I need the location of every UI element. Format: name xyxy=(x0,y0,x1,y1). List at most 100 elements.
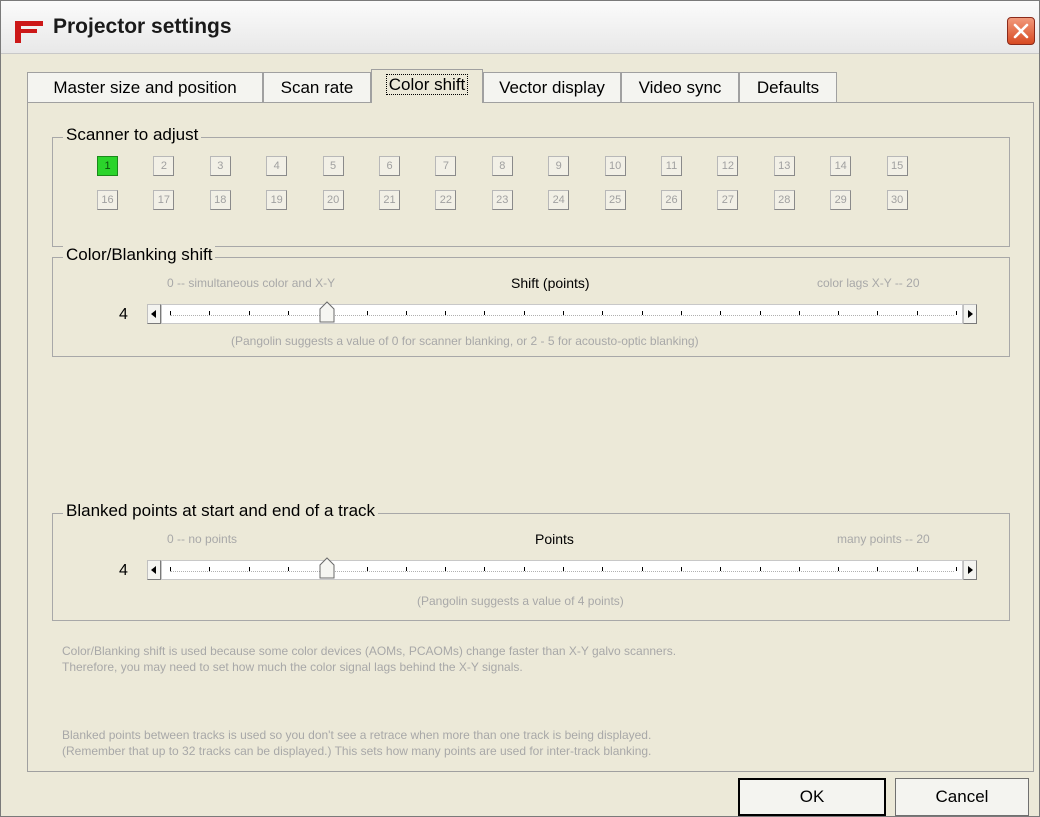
shift-tick xyxy=(209,311,211,315)
tab-label: Vector display xyxy=(499,78,605,97)
scanner-button-5[interactable]: 5 xyxy=(322,156,344,176)
shift-tick xyxy=(641,311,643,315)
scanner-button-21[interactable]: 21 xyxy=(379,190,400,210)
points-slider-thumb[interactable] xyxy=(319,557,335,579)
points-tick xyxy=(405,567,407,571)
points-tick xyxy=(956,567,957,571)
shift-min-hint: 0 -- simultaneous color and X-Y xyxy=(167,276,336,290)
shift-slider-thumb[interactable] xyxy=(319,301,335,323)
points-decrease-button[interactable] xyxy=(147,560,161,580)
color-shift-info-line-1: Color/Blanking shift is used because som… xyxy=(62,644,677,658)
scanner-button-8[interactable]: 8 xyxy=(491,156,513,176)
scanner-button-7[interactable]: 7 xyxy=(435,156,457,176)
shift-tick xyxy=(170,311,171,315)
points-max-hint: many points -- 20 xyxy=(837,532,930,546)
points-tick xyxy=(287,567,289,571)
shift-suggestion: (Pangolin suggests a value of 0 for scan… xyxy=(231,334,699,348)
scanner-button-2[interactable]: 2 xyxy=(153,156,175,176)
scanner-button-4[interactable]: 4 xyxy=(266,156,288,176)
tab-master-size-and-position[interactable]: Master size and position xyxy=(27,72,263,102)
points-tick xyxy=(641,567,643,571)
tab-video-sync[interactable]: Video sync xyxy=(621,72,739,102)
points-slider-track[interactable] xyxy=(161,557,963,580)
scanner-button-12[interactable]: 12 xyxy=(717,156,739,176)
scanner-button-16[interactable]: 16 xyxy=(97,190,118,210)
scanner-button-24[interactable]: 24 xyxy=(548,190,570,210)
shift-tick xyxy=(602,311,604,315)
scanner-button-1[interactable]: 1 xyxy=(97,156,118,176)
scanner-button-13[interactable]: 13 xyxy=(773,156,795,176)
tab-label: Defaults xyxy=(756,78,820,97)
tab-scan-rate[interactable]: Scan rate xyxy=(263,72,371,102)
scanner-button-14[interactable]: 14 xyxy=(830,156,852,176)
points-tick xyxy=(916,567,918,571)
shift-tick xyxy=(877,311,879,315)
shift-increase-button[interactable] xyxy=(963,304,977,324)
scanner-button-9[interactable]: 9 xyxy=(548,156,570,176)
blanked-points-label: Blanked points at start and end of a tra… xyxy=(63,501,379,521)
scanner-button-26[interactable]: 26 xyxy=(661,190,682,210)
shift-tick xyxy=(445,311,447,315)
scanner-button-3[interactable]: 3 xyxy=(209,156,231,176)
close-icon xyxy=(1013,23,1029,39)
close-button[interactable] xyxy=(1007,17,1035,45)
color-shift-page: Scanner to adjust 1 2 3 4 5 6 7 8 9 10 11 12 13 14 15 1… xyxy=(27,102,1034,772)
scanner-button-18[interactable]: 18 xyxy=(209,190,231,210)
left-arrow-icon xyxy=(151,566,156,574)
scanner-button-29[interactable]: 29 xyxy=(830,190,852,210)
shift-tick xyxy=(798,311,800,315)
title-bar[interactable]: Projector settings xyxy=(1,1,1039,54)
blanked-info-line-1: Blanked points between tracks is used so… xyxy=(62,728,652,742)
tab-label: Color shift xyxy=(385,74,469,95)
slider-groove xyxy=(170,571,954,572)
color-shift-info-line-2: Therefore, you may need to set how much … xyxy=(62,660,523,674)
scanner-button-23[interactable]: 23 xyxy=(491,190,513,210)
points-tick xyxy=(523,567,525,571)
points-increase-button[interactable] xyxy=(963,560,977,580)
cancel-button[interactable]: Cancel xyxy=(895,778,1029,816)
tab-vector-display[interactable]: Vector display xyxy=(483,72,621,102)
shift-tick xyxy=(720,311,722,315)
points-tick xyxy=(877,567,879,571)
shift-slider-track[interactable] xyxy=(161,301,963,324)
scanner-button-19[interactable]: 19 xyxy=(266,190,288,210)
shift-tick xyxy=(759,311,761,315)
tab-defaults[interactable]: Defaults xyxy=(739,72,837,102)
scanner-button-22[interactable]: 22 xyxy=(435,190,457,210)
points-tick xyxy=(563,567,564,571)
scanner-button-15[interactable]: 15 xyxy=(886,156,908,176)
projector-settings-window: Projector settings Master size and posit… xyxy=(0,0,1040,817)
shift-tick xyxy=(484,311,486,315)
scanner-button-28[interactable]: 28 xyxy=(773,190,795,210)
scanner-button-17[interactable]: 17 xyxy=(153,190,175,210)
points-tick xyxy=(720,567,722,571)
shift-decrease-button[interactable] xyxy=(147,304,161,324)
scanner-button-27[interactable]: 27 xyxy=(717,190,739,210)
scanner-button-20[interactable]: 20 xyxy=(322,190,344,210)
points-tick xyxy=(484,567,486,571)
points-tick xyxy=(759,567,761,571)
ok-button[interactable]: OK xyxy=(738,778,886,816)
tab-color-shift[interactable]: Color shift xyxy=(371,69,483,103)
shift-tick xyxy=(366,311,368,315)
points-tick xyxy=(170,567,171,571)
shift-tick xyxy=(680,311,682,315)
points-value: 4 xyxy=(119,562,128,579)
scanner-button-25[interactable]: 25 xyxy=(604,190,626,210)
points-tick xyxy=(602,567,604,571)
scanner-button-11[interactable]: 11 xyxy=(661,156,682,176)
scanner-button-6[interactable]: 6 xyxy=(379,156,400,176)
color-blanking-group: Color/Blanking shift 0 -- simultaneous c… xyxy=(52,245,1010,357)
shift-tick xyxy=(916,311,918,315)
shift-tick xyxy=(248,311,250,315)
projector-app-icon xyxy=(15,19,45,43)
points-tick xyxy=(680,567,682,571)
right-arrow-icon xyxy=(968,566,973,574)
tab-label: Master size and position xyxy=(53,78,237,97)
points-tick xyxy=(798,567,800,571)
color-blanking-label: Color/Blanking shift xyxy=(63,245,216,265)
tab-label: Scan rate xyxy=(280,78,354,97)
scanner-button-10[interactable]: 10 xyxy=(604,156,626,176)
shift-tick xyxy=(563,311,564,315)
scanner-button-30[interactable]: 30 xyxy=(886,190,908,210)
